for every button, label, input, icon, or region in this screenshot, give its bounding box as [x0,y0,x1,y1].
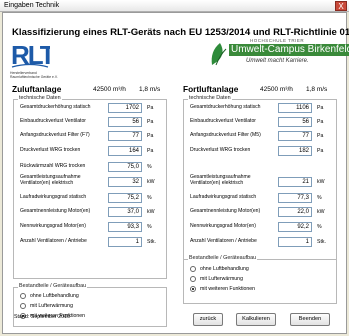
fortluft-row-unit: kW [317,179,325,185]
zuluft-row-label: Laufradwirkungsgrad statisch [20,194,87,200]
bestandteile_right-radio-label: ohne Luftbehandlung [200,266,249,272]
fortluft-row-label: Druckverlust WRG trocken [190,147,251,153]
fortluft-technical-group [183,99,337,279]
zuluft-row-unit: Pa [147,148,154,154]
zuluft-row-label: Einbaudruckverlust Ventilator [20,118,86,124]
zuluft-row-label: Druckverlust WRG trocken [20,147,81,153]
zuluft-row-unit: kW [147,209,155,215]
zuluft-title: Zuluftanlage [12,84,62,94]
bestandteile_right-radio-button[interactable] [190,286,196,292]
fortluft-speed: 1,8 m/s [306,86,328,93]
uc-hochschule-label: HOCHSCHULE TRIER [250,38,305,43]
fortluft-group-label: technische Daten [188,95,232,101]
zuluft-row-label: Gesamtnennleistung Motor(en) [20,208,91,214]
fortluft-row-label: Nennwirkungsgrad Motor(en) [190,223,256,229]
zuluft-speed: 1,8 m/s [139,86,161,93]
fortluft-row-value-input[interactable]: 22,0 [278,207,312,217]
zuluft-row-unit: % [147,195,152,201]
zuluft-row-value-input[interactable]: 32 [108,177,142,187]
fortluft-row-unit: Pa [317,133,324,139]
zuluft-row-value-input[interactable]: 164 [108,146,142,156]
bestandteile_right-radio-label: mit weiteren Funktionen [200,286,256,292]
calculate-button[interactable]: Kalkulieren [236,313,276,326]
fortluft-row-label: Anzahl Ventilatoren / Antriebe [190,238,257,244]
fortluft-row-value-input[interactable]: 92,2 [278,222,312,232]
zuluft-row-unit: Pa [147,119,154,125]
fortluft-row-unit: Pa [317,119,324,125]
fortluft-title: Fortluftanlage [183,84,239,94]
page-title: Klassifizierung eines RLT-Geräts nach EU… [12,27,349,38]
zuluft-row-unit: Pa [147,133,154,139]
uc-slogan-label: Umwelt macht Karriere. [246,58,309,64]
zuluft-row-unit: % [147,224,152,230]
fortluft-row-label: Gesamtleistungsaufnahme Ventilator(en) e… [190,174,251,186]
rlt-logo: RLT [11,40,50,70]
bestandteile_right-radio-button[interactable] [190,266,196,272]
close-button[interactable]: X [335,1,347,11]
bestandteile_right-radio-label: mit Lufterwärmung [200,276,243,282]
fortluft-row-unit: % [317,195,322,201]
zuluft-row-value-input[interactable]: 75,0 [108,162,142,172]
fortluft-row-value-input[interactable]: 1 [278,237,312,247]
zuluft-row-value-input[interactable]: 77 [108,131,142,141]
fortluft-row-value-input[interactable]: 21 [278,177,312,187]
fortluft-row-value-input[interactable]: 1106 [278,103,312,113]
fortluft-row-value-input[interactable]: 56 [278,117,312,127]
fortluft-row-unit: Pa [317,148,324,154]
fortluft-row-unit: kW [317,209,325,215]
bestandteile_left-radio-button[interactable] [20,293,26,299]
zuluft-group-label: technische Daten [18,95,62,101]
fortluft-row-unit: % [317,224,322,230]
zuluft-row-value-input[interactable]: 56 [108,117,142,127]
fortluft-row-label: Gesamtdruckerhöhung statisch [190,104,261,110]
zuluft-row-unit: % [147,164,152,170]
bestandteile-right-label: Bestandteile / Geräteaufbau [188,255,258,261]
zuluft-row-value-input[interactable]: 1702 [108,103,142,113]
zuluft-row-unit: kW [147,179,155,185]
fortluft-volume: 42500 m³/h [260,86,293,93]
zuluft-volume: 42500 m³/h [93,86,126,93]
zuluft-row-label: Anfangsdruckverlust Filter (F7) [20,132,90,138]
zuluft-row-label: Rückwärmzahl WRG trocken [20,163,86,169]
zuluft-row-value-input[interactable]: 1 [108,237,142,247]
bestandteile_left-radio-label: mit Lufterwärmung [30,303,73,309]
bestandteile_right-radio-button[interactable] [190,276,196,282]
status-text: Stand: September 2016 [14,314,70,320]
fortluft-row-label: Anfangsdruckverlust Filter (M5) [190,132,261,138]
zuluft-row-value-input[interactable]: 93,3 [108,222,142,232]
fortluft-row-unit: Pa [317,105,324,111]
rlt-logo-subtext: Herstellerverband Raumlufttechnische Ger… [10,71,58,79]
fortluft-row-label: Laufradwirkungsgrad statisch [190,194,257,200]
zuluft-row-value-input[interactable]: 37,0 [108,207,142,217]
zuluft-row-unit: Pa [147,105,154,111]
fortluft-row-unit: Stk. [317,239,326,245]
bestandteile_left-radio-button[interactable] [20,303,26,309]
fortluft-row-value-input[interactable]: 182 [278,146,312,156]
back-button[interactable]: zurück [193,313,223,326]
zuluft-row-label: Gesamtdruckerhöhung statisch [20,104,91,110]
zuluft-row-label: Nennwirkungsgrad Motor(en) [20,223,86,229]
uc-name-label: Umwelt-Campus Birkenfeld [229,44,349,56]
zuluft-row-value-input[interactable]: 75,2 [108,193,142,203]
zuluft-row-label: Gesamtleistungsaufnahme Ventilator(en) e… [20,174,81,186]
fortluft-row-value-input[interactable]: 77,3 [278,193,312,203]
window-title-bar: Eingaben Technik [0,0,349,12]
zuluft-row-unit: Stk. [147,239,156,245]
zuluft-technical-group [13,99,167,279]
window-title: Eingaben Technik [4,2,60,9]
umwelt-campus-leaf-icon [211,43,227,66]
exit-button[interactable]: Beenden [290,313,330,326]
bestandteile-left-label: Bestandteile / Geräteaufbau [18,283,88,289]
fortluft-row-label: Gesamtnennleistung Motor(en) [190,208,261,214]
fortluft-row-label: Einbaudruckverlust Ventilator [190,118,256,124]
fortluft-row-value-input[interactable]: 77 [278,131,312,141]
zuluft-row-label: Anzahl Ventilatoren / Antriebe [20,238,87,244]
bestandteile_left-radio-label: ohne Luftbehandlung [30,293,79,299]
